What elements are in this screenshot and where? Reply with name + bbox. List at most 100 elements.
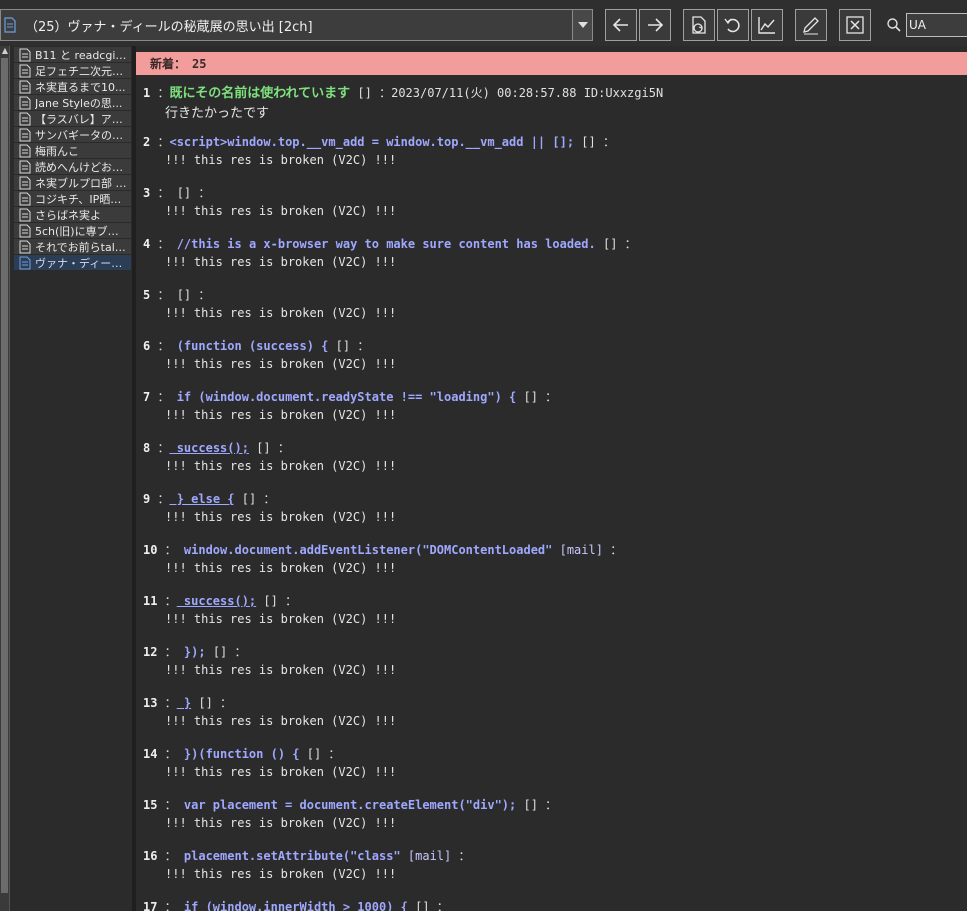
document-icon: [19, 112, 31, 125]
post-body: !!! this res is broken (V2C) !!!: [165, 408, 397, 422]
post-header: 13 ： } [] ：: [143, 694, 232, 711]
post-author-name[interactable]: //this is a x-browser way to make sure c…: [169, 237, 596, 251]
post-mail[interactable]: []: [263, 594, 277, 608]
post: 7 ： if (window.document.readyState !== "…: [136, 388, 967, 439]
post-mail[interactable]: []: [213, 645, 227, 659]
post-mail[interactable]: []: [242, 492, 256, 506]
post-author-name[interactable]: 既にその名前は使われています: [169, 86, 350, 101]
post-number[interactable]: 11: [143, 594, 157, 608]
post-mail[interactable]: []: [523, 390, 537, 404]
separator: ：: [150, 441, 170, 455]
thread-list-item[interactable]: 足フェチ二次元専...: [14, 63, 131, 79]
thread-list-item[interactable]: サンバギータの香り...: [14, 127, 131, 143]
post-mail[interactable]: []: [415, 900, 429, 911]
post-mail[interactable]: []: [357, 86, 371, 100]
post-author-name[interactable]: window.document.addEventListener("DOMCon…: [177, 543, 552, 557]
post-mail[interactable]: []: [256, 441, 270, 455]
post-author-name[interactable]: });: [177, 645, 206, 659]
forward-button[interactable]: [639, 9, 671, 41]
search-input[interactable]: [906, 13, 967, 37]
separator: ：: [157, 849, 177, 863]
post-author-name[interactable]: if (window.innerWidth > 1000) {: [177, 900, 408, 911]
post-number[interactable]: 16: [143, 849, 157, 863]
post-number[interactable]: 13: [143, 696, 157, 710]
post-number[interactable]: 12: [143, 645, 157, 659]
thread-title-combobox[interactable]: （25）ヴァナ・ディールの秘蔵展の思い出 [2ch]: [0, 9, 593, 41]
separator: ：: [595, 135, 615, 149]
post: 12 ： }); [] ： !!! this res is broken (V2C…: [136, 643, 967, 694]
post: 2 ：<script>window.top.__vm_add = window.…: [136, 133, 967, 184]
post-mail[interactable]: []: [603, 237, 617, 251]
separator: ：: [451, 849, 471, 863]
post-author-name[interactable]: })(function () {: [177, 747, 300, 761]
document-icon: [4, 17, 16, 33]
post-mail[interactable]: [mail]: [560, 543, 603, 557]
post: 3 ： [] ： !!! this res is broken (V2C) !!!: [136, 184, 967, 235]
post-header: 10 ： window.document.addEventListener("D…: [143, 541, 622, 558]
separator: ：: [212, 696, 233, 710]
post-author-name[interactable]: }: [177, 696, 191, 710]
thread-list-item[interactable]: コジキチ、IP晒す...: [14, 191, 131, 207]
post-list: 1 ：既にその名前は使われています [] ：2023/07/11(火) 00:2…: [136, 82, 967, 911]
title-dropdown-button[interactable]: [572, 10, 592, 40]
separator: ：: [617, 237, 637, 251]
post-author-name[interactable]: var placement = document.createElement("…: [177, 798, 516, 812]
write-button[interactable]: [795, 9, 827, 41]
reload-button[interactable]: [717, 9, 749, 41]
close-thread-button[interactable]: [839, 9, 871, 41]
thread-list-item[interactable]: 【ラスバレ】アサルト...: [14, 111, 131, 127]
chart-button[interactable]: [751, 9, 783, 41]
post-author-name[interactable]: placement.setAttribute("class": [177, 849, 401, 863]
post-mail[interactable]: []: [177, 186, 191, 200]
thread-list-item[interactable]: 5ch(旧)に専ブラ...: [14, 223, 131, 239]
thread-list-item[interactable]: ヴァナ・ディールの...: [14, 255, 131, 271]
post-number[interactable]: 17: [143, 900, 157, 911]
thread-list-item[interactable]: それでお前らtalk...: [14, 239, 131, 255]
post-header: 14 ： })(function () { [] ：: [143, 745, 340, 762]
post-number[interactable]: 10: [143, 543, 157, 557]
post-mail[interactable]: []: [307, 747, 321, 761]
thread-title: コジキチ、IP晒す...: [35, 192, 129, 206]
post-number[interactable]: 14: [143, 747, 157, 761]
scrollbar-thumb[interactable]: [1, 58, 8, 893]
post-mail[interactable]: []: [336, 339, 350, 353]
post-author-name[interactable]: (function (success) {: [169, 339, 329, 353]
post-mail[interactable]: []: [198, 696, 212, 710]
post-author-name[interactable]: success();: [169, 441, 249, 455]
post-mail[interactable]: []: [581, 135, 595, 149]
document-icon: [19, 176, 31, 189]
back-button[interactable]: [605, 9, 637, 41]
separator: [596, 237, 603, 251]
post-author-name[interactable]: if (window.document.readyState !== "load…: [169, 390, 517, 404]
thread-list-item[interactable]: 読めへんけどおる...: [14, 159, 131, 175]
refresh-thread-button[interactable]: [683, 9, 715, 41]
thread-list-item[interactable]: Jane Styleの思...: [14, 95, 131, 111]
thread-title: ヴァナ・ディールの...: [35, 256, 129, 270]
separator: ：: [157, 594, 177, 608]
separator: ：: [321, 747, 341, 761]
thread-list-item[interactable]: 梅雨んこ: [14, 143, 131, 159]
thread-title: さらばネ実よ: [35, 208, 101, 222]
post-mail[interactable]: []: [523, 798, 537, 812]
post-mail[interactable]: []: [177, 288, 191, 302]
post-number[interactable]: 15: [143, 798, 157, 812]
separator: ：: [150, 288, 170, 302]
post-mail[interactable]: [mail]: [408, 849, 451, 863]
post-body: !!! this res is broken (V2C) !!!: [165, 204, 397, 218]
post-body: !!! this res is broken (V2C) !!!: [165, 561, 397, 575]
document-icon: [19, 224, 31, 237]
separator: [328, 339, 335, 353]
thread-title: Jane Styleの思...: [35, 96, 123, 110]
thread-title: B11 と readcgi....: [35, 48, 129, 62]
post-author-name[interactable]: } else {: [169, 492, 235, 506]
thread-list-item[interactable]: ネ実直るまで10...: [14, 79, 131, 95]
thread-list-item[interactable]: ネ実ブルプロ部 遊...: [14, 175, 131, 191]
post-author-name[interactable]: <script>window.top.__vm_add = window.top…: [169, 135, 574, 149]
thread-title: ネ実ブルプロ部 遊...: [35, 176, 129, 190]
post-body: !!! this res is broken (V2C) !!!: [165, 357, 397, 371]
thread-list-scrollbar[interactable]: ▲: [0, 46, 10, 911]
scroll-up-icon[interactable]: ▲: [1, 46, 9, 56]
thread-list-item[interactable]: さらばネ実よ: [14, 207, 131, 223]
post-author-name[interactable]: success();: [177, 594, 256, 608]
thread-list-item[interactable]: B11 と readcgi....: [14, 47, 131, 63]
